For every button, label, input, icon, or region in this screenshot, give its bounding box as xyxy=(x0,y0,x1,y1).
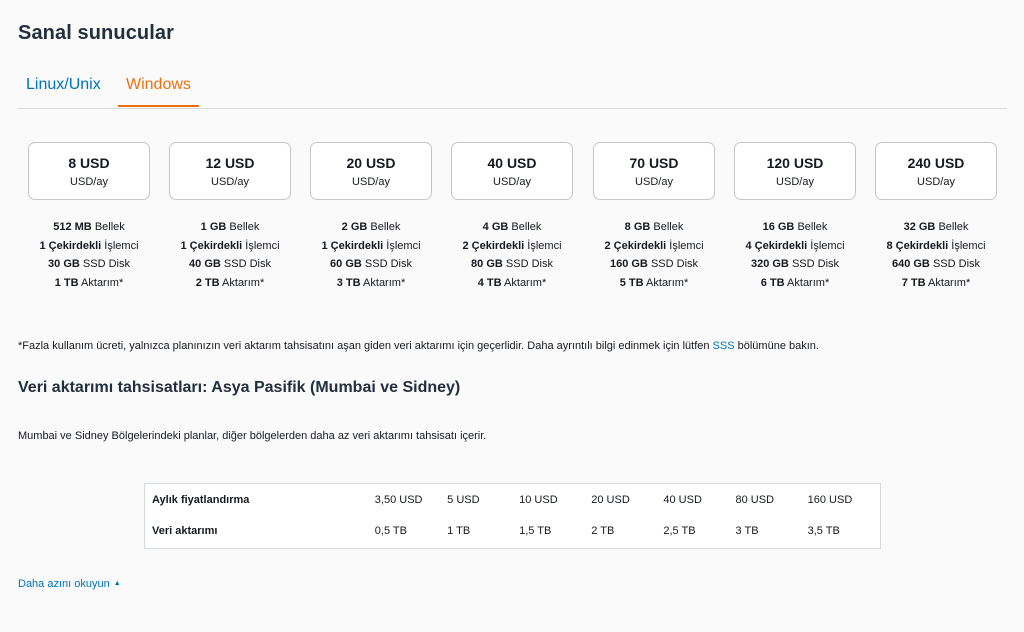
plan-specs: 4 GB Bellek 2 Çekirdekli İşlemci 80 GB S… xyxy=(437,218,587,292)
spec-memory: 16 GB Bellek xyxy=(762,221,828,233)
plan-price: 8 USD xyxy=(68,155,110,171)
caret-up-icon: ▲ xyxy=(113,580,121,587)
plan-price-card[interactable]: 120 USD USD/ay xyxy=(734,142,856,200)
plan-price: 70 USD xyxy=(629,155,679,171)
spec-memory: 1 GB Bellek xyxy=(200,221,260,233)
spec-disk: 640 GB SSD Disk xyxy=(891,258,981,270)
row-header-monthly-pricing: Aylık fiyatlandırma xyxy=(152,493,250,506)
spec-disk: 160 GB SSD Disk xyxy=(609,258,699,270)
spec-cpu: 2 Çekirdekli İşlemci xyxy=(604,239,704,252)
plan-price-unit: USD/ay xyxy=(776,176,814,188)
plan-price: 20 USD xyxy=(346,155,396,171)
spec-cpu: 1 Çekirdekli İşlemci xyxy=(180,239,280,252)
plan-price-unit: USD/ay xyxy=(211,176,249,188)
footnote-suffix: bölümüne bakın. xyxy=(734,340,819,352)
table-cell: 160 USD xyxy=(807,493,853,506)
plan-price-unit: USD/ay xyxy=(917,176,955,188)
table-cell: 1,5 TB xyxy=(519,524,552,537)
page-title: Sanal sunucular xyxy=(18,22,174,44)
table-cell: 80 USD xyxy=(735,493,775,506)
table-cell: 2,5 TB xyxy=(663,524,696,537)
spec-transfer: 6 TB Aktarım* xyxy=(760,276,830,289)
spec-cpu: 1 Çekirdekli İşlemci xyxy=(321,239,421,252)
table-cell: 2 TB xyxy=(591,524,615,537)
read-less-label: Daha azını okuyun xyxy=(18,578,110,590)
plan-specs: 1 GB Bellek 1 Çekirdekli İşlemci 40 GB S… xyxy=(155,218,305,292)
table-cell: 5 USD xyxy=(447,493,480,506)
table-cell: 3 TB xyxy=(735,524,759,537)
spec-memory: 4 GB Bellek xyxy=(482,221,542,233)
plan-price-card[interactable]: 20 USD USD/ay xyxy=(310,142,432,200)
transfer-allowance-table: Aylık fiyatlandırma 3,50 USD 5 USD 10 US… xyxy=(144,483,881,549)
spec-transfer: 5 TB Aktarım* xyxy=(619,276,689,289)
spec-transfer: 4 TB Aktarım* xyxy=(477,276,547,289)
footnote-text: *Fazla kullanım ücreti, yalnızca planını… xyxy=(18,340,713,352)
tab-linux-unix[interactable]: Linux/Unix xyxy=(26,76,101,107)
plan-price-unit: USD/ay xyxy=(70,176,108,188)
spec-transfer: 1 TB Aktarım* xyxy=(54,276,124,289)
plan-specs: 8 GB Bellek 2 Çekirdekli İşlemci 160 GB … xyxy=(579,218,729,292)
spec-cpu: 4 Çekirdekli İşlemci xyxy=(745,239,845,252)
plan-price-unit: USD/ay xyxy=(635,176,673,188)
faq-link[interactable]: SSS xyxy=(713,340,735,352)
plan-price-card[interactable]: 240 USD USD/ay xyxy=(875,142,997,200)
table-row: Aylık fiyatlandırma 3,50 USD 5 USD 10 US… xyxy=(145,484,880,515)
plan-price-card[interactable]: 8 USD USD/ay xyxy=(28,142,150,200)
plan-price: 12 USD xyxy=(205,155,255,171)
table-cell: 20 USD xyxy=(591,493,630,506)
plan-price-card[interactable]: 12 USD USD/ay xyxy=(169,142,291,200)
read-less-link[interactable]: Daha azını okuyun ▲ xyxy=(18,578,121,590)
table-cell: 0,5 TB xyxy=(374,524,407,537)
plan-specs: 2 GB Bellek 1 Çekirdekli İşlemci 60 GB S… xyxy=(296,218,446,292)
row-header-data-transfer: Veri aktarımı xyxy=(152,524,218,537)
spec-disk: 320 GB SSD Disk xyxy=(750,258,840,270)
table-cell: 10 USD xyxy=(519,493,558,506)
plan-price-unit: USD/ay xyxy=(352,176,390,188)
table-cell: 1 TB xyxy=(447,524,471,537)
spec-memory: 8 GB Bellek xyxy=(624,221,684,233)
spec-transfer: 2 TB Aktarım* xyxy=(195,276,265,289)
plan-price: 120 USD xyxy=(766,155,824,171)
spec-memory: 512 MB Bellek xyxy=(53,221,125,233)
os-tabs: Linux/Unix Windows xyxy=(18,74,1007,109)
plan-price-card[interactable]: 40 USD USD/ay xyxy=(451,142,573,200)
spec-disk: 80 GB SSD Disk xyxy=(471,258,553,270)
plan-specs: 512 MB Bellek 1 Çekirdekli İşlemci 30 GB… xyxy=(14,218,164,292)
spec-transfer: 3 TB Aktarım* xyxy=(336,276,406,289)
spec-transfer: 7 TB Aktarım* xyxy=(901,276,971,289)
table-row: Veri aktarımı 0,5 TB 1 TB 1,5 TB 2 TB 2,… xyxy=(145,515,880,546)
table-cell: 3,5 TB xyxy=(807,524,840,537)
spec-cpu: 1 Çekirdekli İşlemci xyxy=(39,239,139,252)
spec-cpu: 8 Çekirdekli İşlemci xyxy=(886,239,986,252)
plan-price: 40 USD xyxy=(487,155,537,171)
plan-price-card[interactable]: 70 USD USD/ay xyxy=(593,142,715,200)
spec-disk: 30 GB SSD Disk xyxy=(48,258,130,270)
section-description: Mumbai ve Sidney Bölgelerindeki planlar,… xyxy=(18,430,487,442)
spec-memory: 32 GB Bellek xyxy=(903,221,969,233)
plan-price: 240 USD xyxy=(907,155,965,171)
plan-price-unit: USD/ay xyxy=(493,176,531,188)
spec-disk: 60 GB SSD Disk xyxy=(330,258,412,270)
overage-footnote: *Fazla kullanım ücreti, yalnızca planını… xyxy=(18,340,819,352)
table-cell: 40 USD xyxy=(663,493,702,506)
table-cell: 3,50 USD xyxy=(374,493,423,506)
plan-specs: 16 GB Bellek 4 Çekirdekli İşlemci 320 GB… xyxy=(720,218,870,292)
spec-memory: 2 GB Bellek xyxy=(341,221,401,233)
tab-windows[interactable]: Windows xyxy=(118,76,199,107)
plan-specs: 32 GB Bellek 8 Çekirdekli İşlemci 640 GB… xyxy=(861,218,1011,292)
spec-cpu: 2 Çekirdekli İşlemci xyxy=(462,239,562,252)
section-title: Veri aktarımı tahsisatları: Asya Pasifik… xyxy=(18,379,461,396)
spec-disk: 40 GB SSD Disk xyxy=(189,258,271,270)
